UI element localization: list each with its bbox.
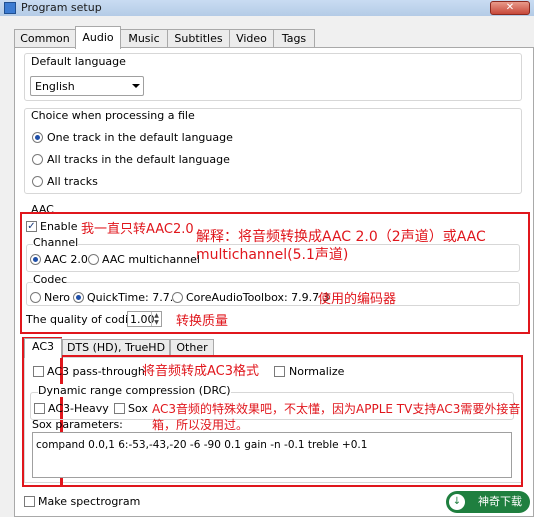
- radio-codec-nero[interactable]: [30, 292, 41, 303]
- app-icon: [4, 2, 16, 14]
- radio-one-track-label: One track in the default language: [47, 131, 233, 144]
- default-language-value: English: [35, 80, 75, 93]
- ac3-passthrough-label: AC3 pass-through: [47, 365, 145, 378]
- channel-group: [26, 244, 520, 272]
- drc-label: Dynamic range compression (DRC): [38, 384, 231, 397]
- radio-aac-2-0-label: AAC 2.0: [44, 253, 88, 266]
- ac3-heavy-label: AC3-Heavy: [48, 402, 109, 415]
- sox-params-value: compand 0.0,1 6:-53,-43,-20 -6 -90 0.1 g…: [36, 439, 368, 451]
- tab-video[interactable]: Video: [229, 29, 274, 48]
- processing-label: Choice when processing a file: [31, 109, 195, 122]
- quality-label: The quality of coding: [26, 313, 142, 326]
- channel-label: Channel: [33, 236, 79, 249]
- annotation-enable: 我一直只转AAC2.0: [81, 222, 194, 237]
- annotation-drc-1: AC3音频的特殊效果吧，不太懂，因为APPLE TV支持AC3需要外接音: [152, 402, 521, 416]
- tab-music[interactable]: Music: [120, 29, 168, 48]
- tab-subtitles[interactable]: Subtitles: [167, 29, 230, 48]
- title-bar: Program setup ✕: [0, 0, 534, 16]
- radio-all-tracks[interactable]: [32, 176, 43, 187]
- radio-codec-quicktime[interactable]: [73, 292, 84, 303]
- ac3-passthrough-checkbox[interactable]: [33, 366, 44, 377]
- aac-enable-label: Enable: [40, 220, 78, 233]
- radio-codec-nero-label: Nero: [44, 291, 71, 304]
- spinner-arrows-icon[interactable]: ▲ ▼: [151, 312, 161, 326]
- radio-codec-quicktime-label: QuickTime: 7.7.1: [87, 291, 181, 304]
- spectrogram-label: Make spectrogram: [38, 495, 141, 508]
- annotation-codec: 使用的编码器: [318, 292, 397, 307]
- sox-params-field[interactable]: compand 0.0,1 6:-53,-43,-20 -6 -90 0.1 g…: [32, 432, 512, 478]
- radio-codec-coreaudio[interactable]: [172, 292, 183, 303]
- chevron-down-icon: [132, 84, 140, 88]
- radio-aac-multichannel[interactable]: [88, 254, 99, 265]
- tab-audio[interactable]: Audio: [75, 26, 121, 49]
- radio-all-tracks-default[interactable]: [32, 154, 43, 165]
- tab-common[interactable]: Common: [14, 29, 76, 48]
- normalize-checkbox[interactable]: [274, 366, 285, 377]
- sox-checkbox[interactable]: [114, 403, 125, 414]
- close-button[interactable]: ✕: [490, 1, 530, 15]
- radio-codec-coreaudio-label: CoreAudioToolbox: 7.9.7.3: [186, 291, 330, 304]
- annotation-quality: 转换质量: [176, 314, 229, 329]
- annotation-explain-1: 解释：将音频转换成AAC 2.0（2声道）或AAC: [196, 229, 486, 245]
- radio-aac-2-0[interactable]: [30, 254, 41, 265]
- quality-spinner[interactable]: 1.00 ▲ ▼: [127, 311, 162, 327]
- annotation-drc-2: 箱，所以没用过。: [152, 418, 249, 432]
- window-title: Program setup: [21, 1, 102, 14]
- subtab-ac3[interactable]: AC3: [24, 338, 62, 358]
- ac3-heavy-checkbox[interactable]: [34, 403, 45, 414]
- codec-label: Codec: [33, 273, 68, 286]
- tab-tags[interactable]: Tags: [273, 29, 315, 48]
- radio-one-track[interactable]: [32, 132, 43, 143]
- watermark-text: 神奇下载: [478, 495, 522, 508]
- radio-all-tracks-label: All tracks: [47, 175, 98, 188]
- radio-all-tracks-default-label: All tracks in the default language: [47, 153, 230, 166]
- download-icon: ↓: [449, 494, 465, 510]
- normalize-label: Normalize: [289, 365, 345, 378]
- default-language-label: Default language: [31, 55, 126, 68]
- annotation-ac3: 将音频转成AC3格式: [142, 364, 260, 379]
- spectrogram-checkbox[interactable]: [24, 496, 35, 507]
- aac-enable-checkbox[interactable]: ✓: [26, 221, 37, 232]
- watermark-logo: ↓ 神奇下载: [446, 491, 530, 513]
- sox-params-label: Sox parameters:: [32, 418, 123, 431]
- sox-label: Sox: [128, 402, 148, 415]
- default-language-select[interactable]: English: [30, 76, 144, 96]
- radio-aac-multichannel-label: AAC multichannel: [102, 253, 200, 266]
